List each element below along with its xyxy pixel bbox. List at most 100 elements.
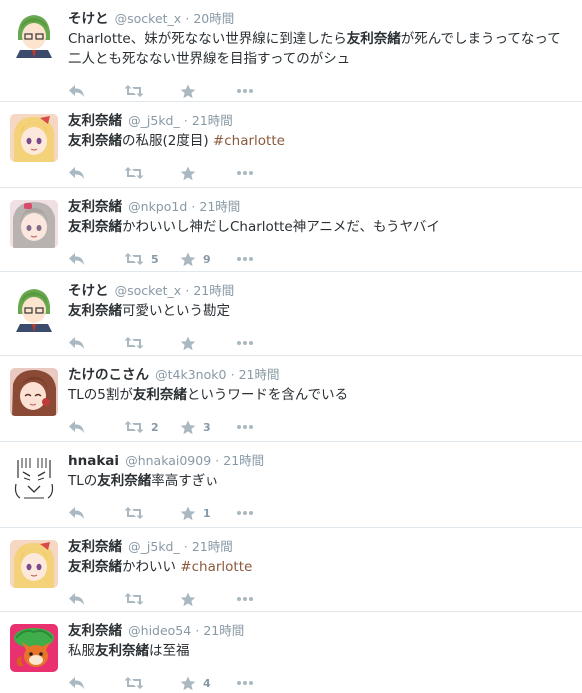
display-name[interactable]: 友利奈緒 — [68, 113, 122, 129]
retweet-button[interactable] — [124, 592, 180, 606]
reply-button[interactable] — [68, 336, 124, 350]
retweet-button[interactable]: 2 — [124, 420, 180, 434]
avatar[interactable] — [10, 624, 58, 672]
display-name[interactable]: hnakai — [68, 453, 119, 469]
text-bold: 友利奈緒 — [68, 219, 122, 235]
text-segment: TLの — [68, 473, 98, 489]
display-name[interactable]: たけのこさん — [68, 367, 149, 383]
retweet-button[interactable] — [124, 166, 180, 180]
tweet[interactable]: そけと @socket_x · 20時間 Charlotte、妹が死なない世界線… — [0, 0, 582, 102]
avatar[interactable] — [10, 10, 58, 58]
screen-name[interactable]: @hideo54 — [128, 623, 191, 638]
favorite-button[interactable]: 9 — [180, 252, 236, 267]
favorite-button[interactable] — [180, 84, 236, 99]
favorite-button[interactable]: 3 — [180, 420, 236, 435]
reply-button[interactable] — [68, 84, 124, 98]
tweet-actions — [68, 329, 570, 357]
avatar[interactable] — [10, 114, 58, 162]
more-button[interactable] — [236, 88, 292, 94]
screen-name[interactable]: @hnakai0909 — [125, 453, 211, 468]
timestamp[interactable]: 21時間 — [192, 539, 233, 554]
retweet-button[interactable] — [124, 84, 180, 98]
timestamp[interactable]: 21時間 — [193, 283, 234, 298]
timestamp[interactable]: 21時間 — [223, 453, 264, 468]
tweet[interactable]: 友利奈緒 @nkpo1d · 21時間 友利奈緒かわいいし神だしCharlott… — [0, 188, 582, 272]
tweet[interactable]: 友利奈緒 @hideo54 · 21時間 私服友利奈緒は至福 4 — [0, 612, 582, 693]
reply-button[interactable] — [68, 592, 124, 606]
avatar[interactable] — [10, 284, 58, 332]
tweet-text: 友利奈緒の私服(2度目) #charlotte — [68, 131, 570, 151]
avatar[interactable] — [10, 454, 58, 502]
reply-button[interactable] — [68, 676, 124, 690]
timestamp[interactable]: 21時間 — [203, 623, 244, 638]
more-icon — [237, 425, 253, 429]
text-segment: TLの5割が — [68, 387, 133, 403]
tweet[interactable]: hnakai @hnakai0909 · 21時間 TLの友利奈緒率高すぎぃ 1 — [0, 442, 582, 528]
tweet[interactable]: 友利奈緒 @_j5kd_ · 21時間 友利奈緒かわいい #charlotte — [0, 528, 582, 612]
reply-button[interactable] — [68, 166, 124, 180]
separator: · — [183, 114, 188, 128]
favorite-button[interactable] — [180, 166, 236, 181]
screen-name[interactable]: @socket_x — [115, 283, 182, 298]
favorite-button[interactable]: 1 — [180, 506, 236, 521]
more-button[interactable] — [236, 596, 292, 602]
screen-name[interactable]: @socket_x — [115, 11, 182, 26]
reply-button[interactable] — [68, 252, 124, 266]
text-segment: 私服 — [68, 643, 95, 659]
timestamp[interactable]: 21時間 — [192, 113, 233, 128]
favorite-button[interactable] — [180, 336, 236, 351]
more-button[interactable] — [236, 256, 292, 262]
screen-name[interactable]: @nkpo1d — [128, 199, 187, 214]
hashtag-link[interactable]: #charlotte — [180, 559, 252, 575]
tweet[interactable]: たけのこさん @t4k3nok0 · 21時間 TLの5割が友利奈緒というワード… — [0, 356, 582, 442]
retweet-icon — [124, 85, 144, 97]
tweet-text: TLの5割が友利奈緒というワードを含んでいる — [68, 385, 570, 405]
display-name[interactable]: そけと — [68, 283, 109, 299]
retweet-button[interactable]: 5 — [124, 252, 180, 266]
screen-name[interactable]: @t4k3nok0 — [155, 367, 226, 382]
star-icon — [180, 252, 196, 266]
tweet[interactable]: そけと @socket_x · 21時間 友利奈緒可愛いという勘定 — [0, 272, 582, 356]
tweet-header: そけと @socket_x · 21時間 — [68, 282, 570, 301]
more-icon — [237, 511, 253, 515]
text-segment: というワードを含んでいる — [186, 387, 349, 403]
retweet-count: 5 — [151, 252, 159, 266]
retweet-icon — [124, 421, 144, 433]
display-name[interactable]: 友利奈緒 — [68, 199, 122, 215]
reply-icon — [69, 337, 84, 349]
display-name[interactable]: そけと — [68, 11, 109, 27]
screen-name[interactable]: @_j5kd_ — [128, 113, 180, 128]
reply-button[interactable] — [68, 506, 124, 520]
tweet-header: そけと @socket_x · 20時間 — [68, 10, 570, 29]
more-button[interactable] — [236, 680, 292, 686]
star-icon — [180, 166, 196, 180]
more-button[interactable] — [236, 510, 292, 516]
timestamp[interactable]: 21時間 — [199, 199, 240, 214]
more-button[interactable] — [236, 170, 292, 176]
timestamp[interactable]: 21時間 — [239, 367, 280, 382]
tweet-text: 友利奈緒可愛いという勘定 — [68, 301, 570, 321]
hashtag-link[interactable]: #charlotte — [213, 133, 285, 149]
display-name[interactable]: 友利奈緒 — [68, 539, 122, 555]
more-button[interactable] — [236, 340, 292, 346]
tweet[interactable]: 友利奈緒 @_j5kd_ · 21時間 友利奈緒の私服(2度目) #charlo… — [0, 102, 582, 188]
retweet-icon — [124, 167, 144, 179]
retweet-button[interactable] — [124, 506, 180, 520]
more-button[interactable] — [236, 424, 292, 430]
screen-name[interactable]: @_j5kd_ — [128, 539, 180, 554]
reply-icon — [69, 85, 84, 97]
timestamp[interactable]: 20時間 — [193, 11, 234, 26]
avatar[interactable] — [10, 540, 58, 588]
text-bold: 友利奈緒 — [68, 133, 122, 149]
retweet-icon — [124, 507, 144, 519]
retweet-button[interactable] — [124, 336, 180, 350]
retweet-button[interactable] — [124, 676, 180, 690]
avatar[interactable] — [10, 200, 58, 248]
text-segment: かわいい — [122, 559, 181, 575]
favorite-button[interactable]: 4 — [180, 676, 236, 691]
avatar[interactable] — [10, 368, 58, 416]
display-name[interactable]: 友利奈緒 — [68, 623, 122, 639]
tweet-actions: 1 — [68, 499, 570, 527]
favorite-button[interactable] — [180, 592, 236, 607]
reply-button[interactable] — [68, 420, 124, 434]
